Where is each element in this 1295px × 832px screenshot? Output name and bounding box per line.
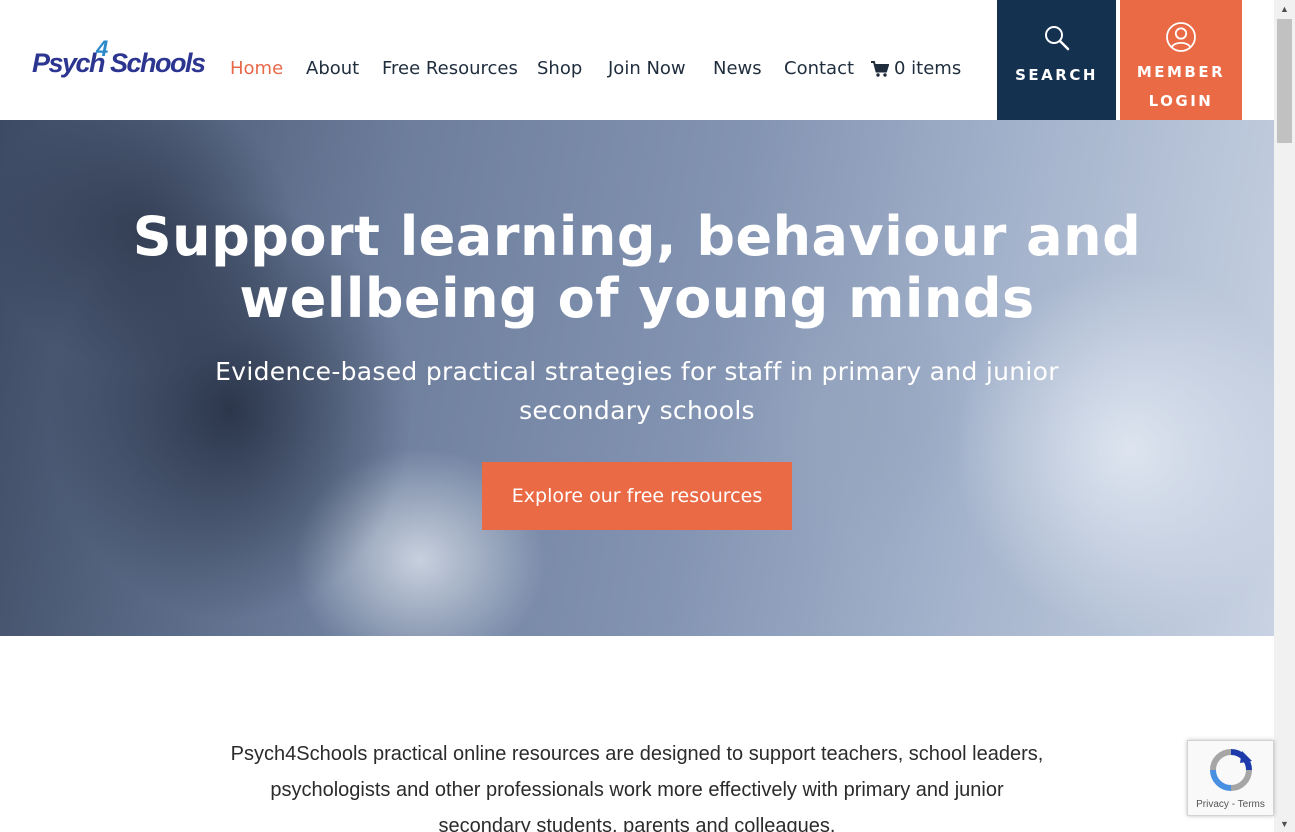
recaptcha-separator: - xyxy=(1228,799,1238,810)
search-icon xyxy=(1044,26,1069,51)
hero-subtitle: Evidence-based practical strategies for … xyxy=(215,357,1059,425)
recaptcha-terms-link[interactable]: Terms xyxy=(1238,799,1265,810)
site-header: Psych 4 Schools Home About Free Resource… xyxy=(0,0,1274,120)
scroll-up-arrow-icon[interactable]: ▲ xyxy=(1274,0,1295,17)
member-login-label-line1: MEMBER xyxy=(1136,63,1226,81)
recaptcha-privacy-link[interactable]: Privacy xyxy=(1196,799,1229,810)
hero-banner: Support learning, behaviour and wellbein… xyxy=(0,120,1274,636)
logo-text-psych: Psych xyxy=(32,48,106,78)
recaptcha-icon xyxy=(1210,749,1252,791)
search-button[interactable]: SEARCH xyxy=(997,0,1116,120)
nav-shop[interactable]: Shop xyxy=(537,58,582,79)
member-login-button[interactable]: MEMBER LOGIN xyxy=(1120,0,1242,120)
nav-news[interactable]: News xyxy=(713,58,762,79)
logo-text-four: 4 xyxy=(96,36,109,61)
nav-contact[interactable]: Contact xyxy=(784,58,854,79)
recaptcha-links: Privacy - Terms xyxy=(1188,799,1273,810)
recaptcha-badge[interactable]: Privacy - Terms xyxy=(1187,740,1274,816)
scrollbar-thumb[interactable] xyxy=(1277,19,1292,143)
nav-join-now[interactable]: Join Now xyxy=(608,58,686,79)
hero-title-line2: wellbeing of young minds xyxy=(239,267,1035,330)
hero-title-line1: Support learning, behaviour and xyxy=(132,205,1142,268)
nav-home[interactable]: Home xyxy=(230,58,283,79)
nav-free-resources[interactable]: Free Resources xyxy=(382,58,518,79)
page-scrollbar[interactable]: ▲ ▼ xyxy=(1274,0,1295,832)
hero-title: Support learning, behaviour and wellbein… xyxy=(0,206,1274,330)
cart-count: 0 items xyxy=(894,58,962,79)
search-button-label: SEARCH xyxy=(1015,66,1098,84)
member-login-label-line2: LOGIN xyxy=(1148,92,1214,110)
cart-link[interactable]: 0 items xyxy=(871,58,961,79)
scroll-down-arrow-icon[interactable]: ▼ xyxy=(1274,815,1295,832)
intro-text: Psych4Schools practical online resources… xyxy=(230,743,1044,832)
explore-free-resources-button[interactable]: Explore our free resources xyxy=(482,462,792,530)
nav-about[interactable]: About xyxy=(306,58,359,79)
site-logo[interactable]: Psych 4 Schools xyxy=(30,36,215,86)
cart-icon xyxy=(871,60,889,77)
user-icon xyxy=(1166,22,1196,52)
logo-text-schools: Schools xyxy=(110,48,206,78)
